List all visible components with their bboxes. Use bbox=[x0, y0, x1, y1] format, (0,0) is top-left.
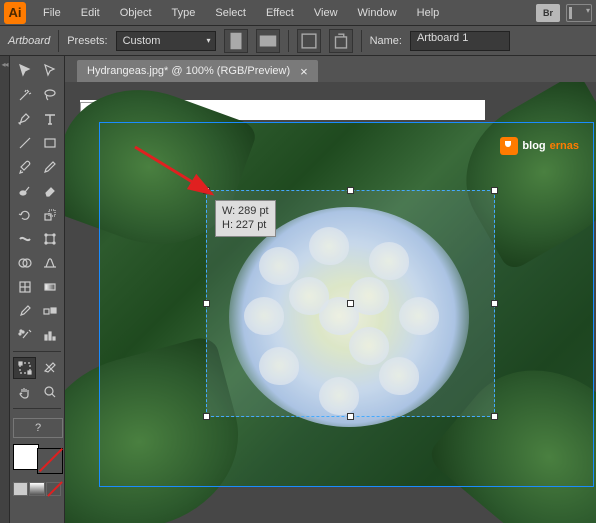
menu-view[interactable]: View bbox=[305, 3, 347, 23]
column-graph-tool[interactable] bbox=[38, 324, 61, 346]
watermark-text-1: blog bbox=[522, 140, 545, 152]
portrait-button[interactable] bbox=[224, 29, 248, 53]
color-mode[interactable] bbox=[13, 482, 28, 496]
watermark-text-2: ernas bbox=[550, 140, 579, 152]
artboard-tool[interactable] bbox=[13, 357, 36, 379]
menu-select[interactable]: Select bbox=[206, 3, 255, 23]
handle-se[interactable] bbox=[491, 413, 498, 420]
menu-effect[interactable]: Effect bbox=[257, 3, 303, 23]
menu-bar: Ai File Edit Object Type Select Effect V… bbox=[0, 0, 596, 26]
shape-builder-tool[interactable] bbox=[13, 252, 36, 274]
landscape-button[interactable] bbox=[256, 29, 280, 53]
size-tooltip: W: 289 pt H: 227 pt bbox=[215, 200, 276, 237]
handle-w[interactable] bbox=[203, 300, 210, 307]
handle-center[interactable] bbox=[347, 300, 354, 307]
menu-window[interactable]: Window bbox=[349, 3, 406, 23]
tool-name-label: Artboard bbox=[8, 35, 50, 47]
presets-dropdown[interactable]: Custom bbox=[116, 31, 216, 51]
gradient-mode[interactable] bbox=[29, 482, 44, 496]
fill-stroke-swatch[interactable] bbox=[13, 444, 63, 474]
selection-tool[interactable] bbox=[13, 60, 36, 82]
document-area: Hydrangeas.jpg* @ 100% (RGB/Preview) × 0… bbox=[65, 56, 596, 523]
document-tab[interactable]: Hydrangeas.jpg* @ 100% (RGB/Preview) × bbox=[77, 60, 318, 82]
fill-color[interactable] bbox=[13, 444, 39, 470]
annotation-arrow-icon bbox=[130, 142, 225, 207]
hand-tool[interactable] bbox=[13, 381, 36, 403]
handle-e[interactable] bbox=[491, 300, 498, 307]
menu-type[interactable]: Type bbox=[163, 3, 205, 23]
menu-edit[interactable]: Edit bbox=[72, 3, 109, 23]
type-tool[interactable] bbox=[38, 108, 61, 130]
tab-close-icon[interactable]: × bbox=[300, 64, 308, 79]
line-tool[interactable] bbox=[13, 132, 36, 154]
blend-tool[interactable] bbox=[38, 300, 61, 322]
tools-panel: ? bbox=[10, 56, 65, 523]
artboard-name-input[interactable]: Artboard 1 bbox=[410, 31, 510, 51]
canvas[interactable]: 01 - Artboard 1 blogernas ⤡ bbox=[65, 82, 596, 523]
delete-artboard-button[interactable] bbox=[329, 29, 353, 53]
tab-title: Hydrangeas.jpg* @ 100% (RGB/Preview) bbox=[87, 65, 290, 77]
perspective-grid-tool[interactable] bbox=[38, 252, 61, 274]
rotate-tool[interactable] bbox=[13, 204, 36, 226]
dock-handle-icon: ◂◂ bbox=[1, 60, 7, 69]
eraser-tool[interactable] bbox=[38, 180, 61, 202]
watermark-icon bbox=[500, 137, 518, 155]
rectangle-tool[interactable] bbox=[38, 132, 61, 154]
new-artboard-button[interactable] bbox=[297, 29, 321, 53]
menu-help[interactable]: Help bbox=[408, 3, 449, 23]
magic-wand-tool[interactable] bbox=[13, 84, 36, 106]
mesh-tool[interactable] bbox=[13, 276, 36, 298]
pencil-tool[interactable] bbox=[38, 156, 61, 178]
lasso-tool[interactable] bbox=[38, 84, 61, 106]
pen-tool[interactable] bbox=[13, 108, 36, 130]
slice-tool[interactable] bbox=[38, 357, 61, 379]
workspace-switcher[interactable] bbox=[566, 4, 592, 22]
divider bbox=[288, 30, 289, 52]
scale-tool[interactable] bbox=[38, 204, 61, 226]
free-transform-tool[interactable] bbox=[38, 228, 61, 250]
handle-ne[interactable] bbox=[491, 187, 498, 194]
options-bar: Artboard Presets: Custom Name: Artboard … bbox=[0, 26, 596, 56]
menu-object[interactable]: Object bbox=[111, 3, 161, 23]
panel-dock-left[interactable]: ◂◂ bbox=[0, 56, 10, 523]
handle-s[interactable] bbox=[347, 413, 354, 420]
watermark: blog ernas bbox=[500, 137, 579, 155]
presets-label: Presets: bbox=[67, 35, 107, 47]
direct-selection-tool[interactable] bbox=[38, 60, 61, 82]
gradient-tool[interactable] bbox=[38, 276, 61, 298]
bridge-button[interactable]: Br bbox=[536, 4, 560, 22]
menu-file[interactable]: File bbox=[34, 3, 70, 23]
divider bbox=[361, 30, 362, 52]
draw-mode-row bbox=[13, 482, 61, 496]
stroke-color[interactable] bbox=[37, 448, 63, 474]
zoom-tool[interactable] bbox=[38, 381, 61, 403]
blob-brush-tool[interactable] bbox=[13, 180, 36, 202]
width-tool[interactable] bbox=[13, 228, 36, 250]
app-icon: Ai bbox=[4, 2, 26, 24]
name-label: Name: bbox=[370, 35, 402, 47]
paintbrush-tool[interactable] bbox=[13, 156, 36, 178]
eyedropper-tool[interactable] bbox=[13, 300, 36, 322]
handle-n[interactable] bbox=[347, 187, 354, 194]
divider bbox=[58, 30, 59, 52]
help-button[interactable]: ? bbox=[13, 418, 63, 438]
tab-bar: Hydrangeas.jpg* @ 100% (RGB/Preview) × bbox=[65, 56, 596, 82]
handle-sw[interactable] bbox=[203, 413, 210, 420]
symbol-sprayer-tool[interactable] bbox=[13, 324, 36, 346]
none-mode[interactable] bbox=[46, 482, 61, 496]
